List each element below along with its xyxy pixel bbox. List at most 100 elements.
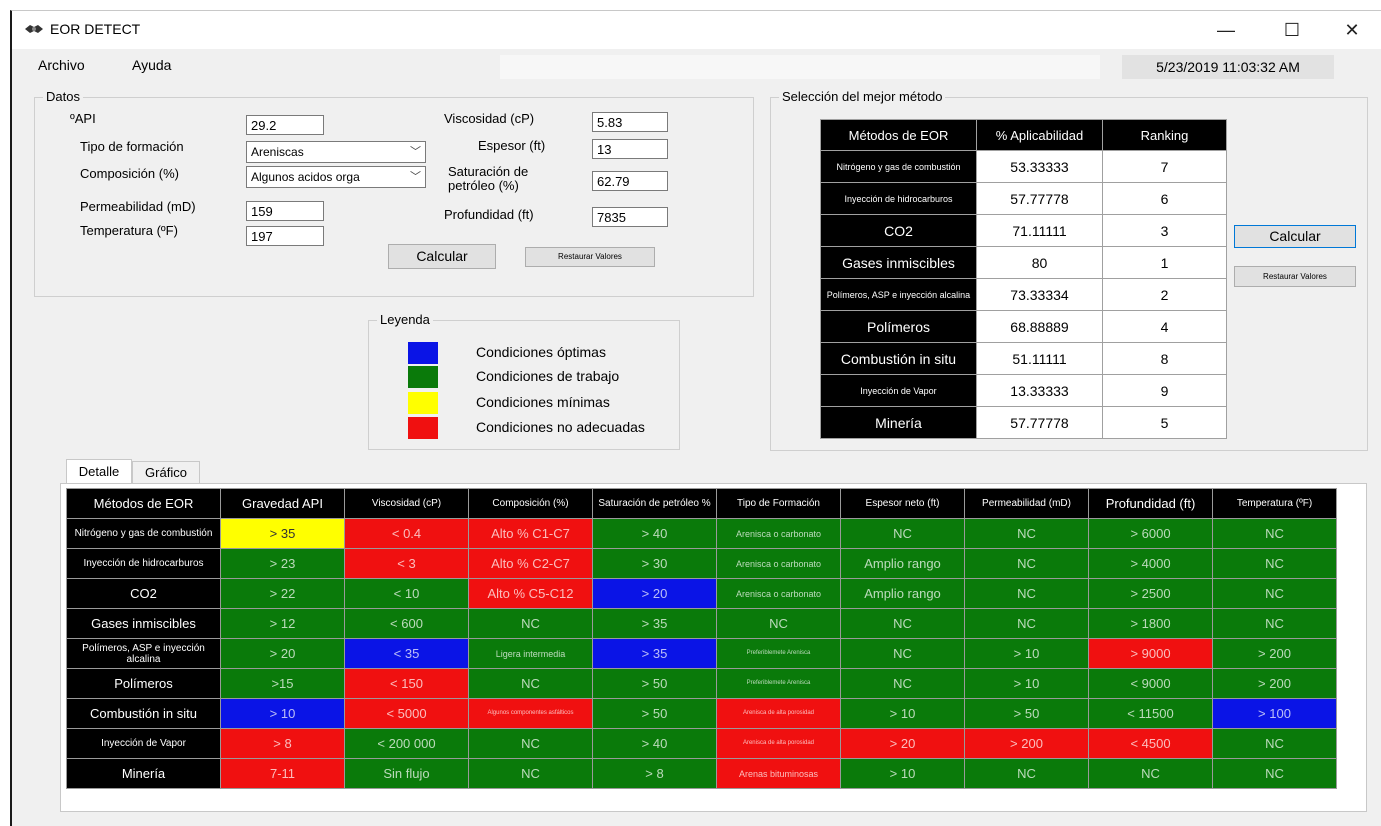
detalle-value-cell: Ligera intermedia (468, 638, 593, 669)
tipo-formacion-select[interactable]: Areniscas ﹀ (246, 141, 426, 163)
detalle-header-cell: Espesor neto (ft) (840, 488, 965, 519)
detalle-value-cell: > 8 (220, 728, 345, 759)
viscosidad-label: Viscosidad (cP) (444, 111, 535, 126)
ranking-row: Polímeros, ASP e inyección alcalina 73.33… (820, 278, 1227, 311)
app-window: EOR DETECT — ☐ ✕ Archivo Ayuda 5/23/2019… (10, 10, 1381, 826)
profundidad-input[interactable]: 7835 (592, 207, 668, 227)
ranking-method-cell: Minería (820, 406, 977, 439)
detalle-value-cell: > 200 (1212, 638, 1337, 669)
detalle-header-cell: Saturación de petróleo % (592, 488, 717, 519)
detalle-value-cell: < 35 (344, 638, 469, 669)
detalle-value-cell: Amplio rango (840, 578, 965, 609)
detalle-value-cell: > 10 (964, 668, 1089, 699)
composicion-select[interactable]: Algunos acidos orga ﹀ (246, 166, 426, 188)
detalle-value-cell: > 50 (964, 698, 1089, 729)
ranking-method-cell: Gases inmiscibles (820, 246, 977, 279)
temperatura-input[interactable]: 197 (246, 226, 324, 246)
ranking-rank-cell: 8 (1102, 342, 1227, 375)
ranking-rank-cell: 9 (1102, 374, 1227, 407)
detalle-method-cell: Polímeros, ASP e inyección alcalina (66, 638, 221, 669)
menu-archivo[interactable]: Archivo (38, 57, 85, 73)
menu-ayuda[interactable]: Ayuda (132, 57, 171, 73)
detalle-method-cell: Polímeros (66, 668, 221, 699)
ranking-aplicabilidad-cell: 73.33334 (976, 278, 1103, 311)
detalle-value-cell: NC (468, 608, 593, 639)
ranking-row: Inyección de Vapor 13.33333 9 (820, 374, 1227, 407)
detalle-value-cell: > 50 (592, 698, 717, 729)
detalle-value-cell: 7-11 (220, 758, 345, 789)
detalle-value-cell: > 10 (220, 698, 345, 729)
detalle-value-cell: > 40 (592, 518, 717, 549)
detalle-value-cell: NC (468, 758, 593, 789)
datos-restaurar-button[interactable]: Restaurar Valores (525, 247, 655, 267)
tab-grafico[interactable]: Gráfico (132, 461, 200, 483)
ranking-method-cell: Polímeros (820, 310, 977, 343)
detalle-row: Minería 7-11 Sin flujo NC > 8 Arenas bitumino… (66, 758, 1337, 789)
detalle-value-cell: >15 (220, 668, 345, 699)
seleccion-restaurar-button[interactable]: Restaurar Valores (1234, 266, 1356, 287)
detalle-header-cell: Composición (%) (468, 488, 593, 519)
detalle-row: Polímeros >15 < 150 NC > 50 Preferiblemete Ar… (66, 668, 1337, 699)
detalle-value-cell: > 4000 (1088, 548, 1213, 579)
ranking-aplicabilidad-cell: 57.77778 (976, 182, 1103, 215)
detalle-value-cell: NC (840, 638, 965, 669)
datos-calcular-button[interactable]: Calcular (388, 244, 496, 269)
legend-label-trabajo: Condiciones de trabajo (476, 368, 620, 384)
detalle-value-cell: > 200 (1212, 668, 1337, 699)
detalle-value-cell: > 50 (592, 668, 717, 699)
permeabilidad-input[interactable]: 159 (246, 201, 324, 221)
detalle-method-cell: Inyección de Vapor (66, 728, 221, 759)
legend-swatch-no-adecuadas (408, 417, 438, 439)
ranking-rank-cell: 1 (1102, 246, 1227, 279)
detalle-value-cell: NC (840, 668, 965, 699)
detalle-value-cell: > 22 (220, 578, 345, 609)
minimize-button[interactable]: — (1204, 15, 1248, 45)
detalle-header-cell: Viscosidad (cP) (344, 488, 469, 519)
detalle-value-cell: Arenisca de alta porosidad (716, 728, 841, 759)
tipo-formacion-value: Areniscas (251, 145, 304, 159)
ranking-method-cell: CO2 (820, 214, 977, 247)
ranking-aplicabilidad-cell: 13.33333 (976, 374, 1103, 407)
detalle-value-cell: > 20 (592, 578, 717, 609)
window-title: EOR DETECT (50, 21, 141, 37)
detalle-header-cell: Gravedad API (220, 488, 345, 519)
ranking-rank-cell: 4 (1102, 310, 1227, 343)
ranking-rank-cell: 6 (1102, 182, 1227, 215)
detalle-value-cell: > 2500 (1088, 578, 1213, 609)
detalle-value-cell: NC (964, 608, 1089, 639)
ranking-rank-cell: 3 (1102, 214, 1227, 247)
menu-strip-area (500, 55, 1100, 79)
detalle-value-cell: > 40 (592, 728, 717, 759)
detalle-method-cell: Gases inmiscibles (66, 608, 221, 639)
viscosidad-input[interactable]: 5.83 (592, 112, 668, 132)
detalle-value-cell: Arenas bituminosas (716, 758, 841, 789)
detalle-value-cell: > 1800 (1088, 608, 1213, 639)
maximize-button[interactable]: ☐ (1270, 15, 1314, 45)
ranking-method-cell: Polímeros, ASP e inyección alcalina (820, 278, 977, 311)
ranking-row: Minería 57.77778 5 (820, 406, 1227, 439)
detalle-value-cell: Preferiblemete Arenisca (716, 668, 841, 699)
ranking-method-cell: Inyección de hidrocarburos (820, 182, 977, 215)
chevron-down-icon: ﹀ (410, 146, 421, 158)
detalle-value-cell: > 35 (220, 518, 345, 549)
ranking-row: Inyección de hidrocarburos 57.77778 6 (820, 182, 1227, 215)
ranking-rank-cell: 2 (1102, 278, 1227, 311)
close-button[interactable]: ✕ (1330, 15, 1374, 45)
detalle-method-cell: Inyección de hidrocarburos (66, 548, 221, 579)
detalle-value-cell: > 23 (220, 548, 345, 579)
saturacion-input[interactable]: 62.79 (592, 171, 668, 191)
espesor-input[interactable]: 13 (592, 139, 668, 159)
ranking-header-metodo: Métodos de EOR (820, 119, 977, 151)
detalle-value-cell: NC (964, 518, 1089, 549)
seleccion-calcular-button[interactable]: Calcular (1234, 225, 1356, 248)
ranking-aplicabilidad-cell: 57.77778 (976, 406, 1103, 439)
api-input[interactable]: 29.2 (246, 115, 324, 135)
tab-detalle[interactable]: Detalle (66, 459, 132, 483)
detalle-value-cell: > 10 (964, 638, 1089, 669)
detalle-value-cell: NC (1212, 608, 1337, 639)
detalle-value-cell: NC (964, 578, 1089, 609)
detalle-value-cell: NC (468, 728, 593, 759)
detalle-value-cell: Arenisca o carbonato (716, 518, 841, 549)
detalle-row: CO2 > 22 < 10 Alto % C5-C12 > 20 Arenisca o c… (66, 578, 1337, 609)
legend-label-optimas: Condiciones óptimas (476, 344, 606, 360)
